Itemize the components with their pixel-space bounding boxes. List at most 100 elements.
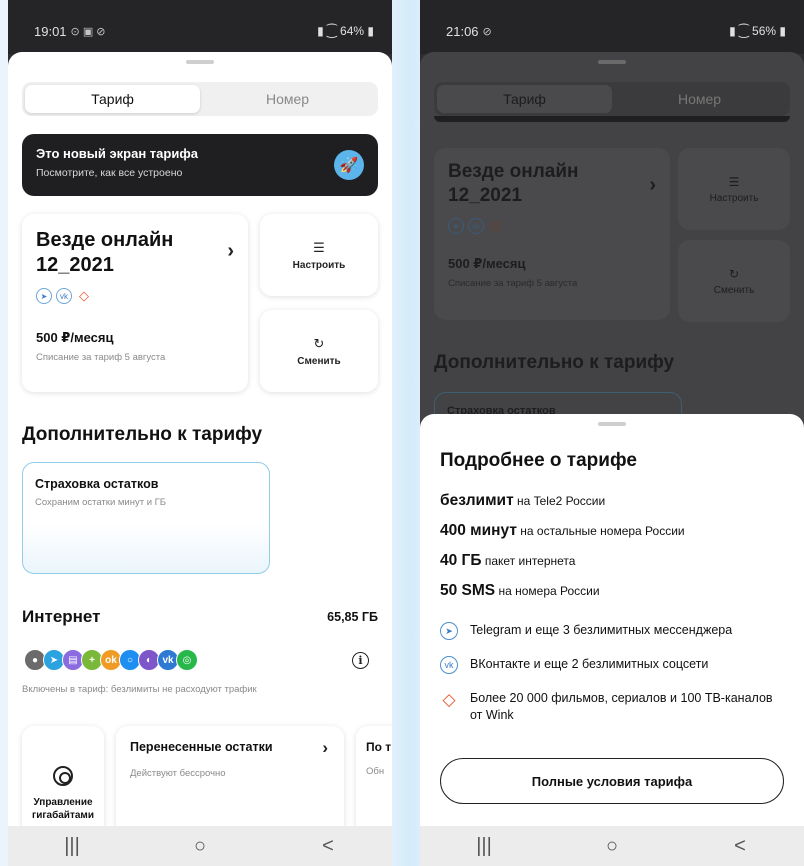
next-card[interactable]: По т Обн xyxy=(356,726,392,828)
wink-icon: ◇ xyxy=(442,689,456,709)
telegram-icon: ➤ xyxy=(36,288,52,304)
info-icon[interactable]: i xyxy=(352,652,369,669)
change-label: Сменить xyxy=(713,284,755,296)
feature-bold: 40 ГБ xyxy=(440,552,482,569)
feature-bold: 50 SMS xyxy=(440,582,496,599)
status-bar: 19:01 ⊙ ▣ ⊘ ▮ ⁐ 64% ▮ xyxy=(8,0,392,54)
change-label: Сменить xyxy=(297,355,341,367)
internet-amount: 65,85 ГБ xyxy=(327,610,378,624)
apps-note: Включены в тариф: безлимиты не расходуют… xyxy=(22,684,257,695)
refresh-icon: ↻ xyxy=(313,335,325,351)
status-right: ▮ ⁐ 64% ▮ xyxy=(317,24,374,38)
battery-level: 64% xyxy=(340,24,365,38)
signal-icon: ▮ ⁐ xyxy=(317,24,341,38)
gb-manage-icon xyxy=(53,766,73,786)
vk-icon: vk xyxy=(56,288,72,304)
recents-button[interactable]: ||| xyxy=(454,835,514,858)
system-navbar: ||| ○ < xyxy=(8,826,392,866)
chevron-right-icon: › xyxy=(649,174,656,196)
remainders-subtitle: Действуют бессрочно xyxy=(130,768,226,779)
back-button[interactable]: < xyxy=(298,835,358,858)
refresh-icon: ↻ xyxy=(728,266,740,281)
chevron-right-icon: › xyxy=(227,240,234,262)
service-icons: ➤ vk ◇ xyxy=(448,218,656,234)
change-button: ↻ Сменить xyxy=(678,240,790,322)
notification-icons: ⊘ xyxy=(482,26,492,38)
wink-icon: ◇ xyxy=(79,288,89,303)
promo-subtitle: Посмотрите, как все устроено xyxy=(36,167,183,179)
sheet-handle[interactable] xyxy=(598,422,626,426)
back-button[interactable]: < xyxy=(710,835,770,858)
promo-banner-edge xyxy=(434,116,790,122)
service-icons: ➤ vk ◇ xyxy=(36,288,234,304)
feature-internet: 40 ГБ пакет интернета xyxy=(440,552,784,570)
status-bar: 21:06 ⊘ ▮ ⁐ 56% ▮ xyxy=(420,0,804,54)
tab-tariff[interactable]: Тариф xyxy=(25,85,200,113)
tab-number[interactable]: Номер xyxy=(200,85,375,113)
tab-number: Номер xyxy=(677,91,722,107)
home-button[interactable]: ○ xyxy=(170,835,230,858)
tariff-charge-note: Списание за тариф 5 августа xyxy=(448,278,578,289)
service-text: Telegram и еще 3 безлимитных мессенджера xyxy=(470,623,733,637)
manage-gb-label: Управление гигабайтами xyxy=(32,797,94,821)
tariff-sheet: Тариф Номер Это новый экран тарифа Посмо… xyxy=(8,52,392,828)
telegram-icon: ➤ xyxy=(448,218,464,234)
status-time: 19:01 xyxy=(34,24,67,39)
rocket-icon: 🚀 xyxy=(334,150,364,180)
insurance-card[interactable]: Страховка остатков Сохраним остатки мину… xyxy=(22,462,270,574)
feature-bold: безлимит xyxy=(440,492,514,509)
sliders-icon: ☰ xyxy=(728,174,740,189)
remainders-card[interactable]: Перенесенные остатки › Действуют бессроч… xyxy=(116,726,344,828)
next-card-subtitle: Обн xyxy=(366,766,385,777)
telegram-icon: ➤ xyxy=(440,622,458,640)
feature-text: на номера России xyxy=(498,584,600,598)
tariff-name: Везде онлайн 12_2021 xyxy=(448,161,579,206)
configure-button: ☰ Настроить xyxy=(678,148,790,230)
tariff-price: 500 ₽/месяц xyxy=(36,330,114,345)
next-card-title: По т xyxy=(366,740,392,754)
battery-icon: ▮ xyxy=(364,24,374,38)
status-right: ▮ ⁐ 56% ▮ xyxy=(729,24,786,38)
details-title: Подробнее о тарифе xyxy=(440,450,637,471)
feature-text: на остальные номера России xyxy=(520,524,685,538)
dimmed-tariff-sheet: Тариф Номер Везде онлайн 12_2021 › ➤ vk … xyxy=(420,52,804,452)
sheet-handle xyxy=(598,60,626,64)
battery-icon: ▮ xyxy=(776,24,786,38)
manage-gb-card[interactable]: Управление гигабайтами xyxy=(22,726,104,828)
insurance-subtitle: Сохраним остатки минут и ГБ xyxy=(35,497,167,508)
tariff-card[interactable]: Везде онлайн 12_2021 › ➤ vk ◇ 500 ₽/меся… xyxy=(22,214,248,392)
signal-icon: ▮ ⁐ xyxy=(729,24,753,38)
configure-label: Настроить xyxy=(709,192,759,204)
extra-section-title: Дополнительно к тарифу xyxy=(434,352,675,373)
notification-icons: ⊙ ▣ ⊘ xyxy=(70,26,106,38)
service-text: Более 20 000 фильмов, сериалов и 100 ТВ-… xyxy=(470,691,773,722)
segmented-control: Тариф Номер xyxy=(434,82,790,116)
battery-level: 56% xyxy=(752,24,777,38)
vk-icon: vk xyxy=(468,218,484,234)
unlimited-apps[interactable]: ● ➤ ▤ + ok ○ ◐ vk ◎ xyxy=(24,649,198,671)
segmented-control: Тариф Номер xyxy=(22,82,378,116)
tariff-details-sheet: Подробнее о тарифе безлимит на Tele2 Рос… xyxy=(420,414,804,826)
wink-icon: ◇ xyxy=(491,218,501,233)
insurance-title: Страховка остатков xyxy=(35,477,159,491)
full-conditions-button[interactable]: Полные условия тарифа xyxy=(440,758,784,804)
service-text: ВКонтакте и еще 2 безлимитных соцсети xyxy=(470,657,709,671)
system-navbar: ||| ○ < xyxy=(420,826,804,866)
home-button[interactable]: ○ xyxy=(582,835,642,858)
feature-text: пакет интернета xyxy=(484,554,576,568)
feature-minutes: 400 минут на остальные номера России xyxy=(440,522,784,540)
internet-header: Интернет 65,85 ГБ xyxy=(22,607,378,627)
sheet-handle[interactable] xyxy=(186,60,214,64)
internet-title: Интернет xyxy=(22,607,101,626)
tab-tariff: Тариф xyxy=(437,85,612,113)
feature-bold: 400 минут xyxy=(440,522,517,539)
remainders-title: Перенесенные остатки xyxy=(130,740,273,754)
status-left: 21:06 ⊘ xyxy=(446,24,492,39)
tariff-card: Везде онлайн 12_2021 › ➤ vk ◇ 500 ₽/меся… xyxy=(434,148,670,320)
feature-text: на Tele2 России xyxy=(517,494,606,508)
chevron-right-icon: › xyxy=(322,738,328,757)
recents-button[interactable]: ||| xyxy=(42,835,102,858)
promo-banner[interactable]: Это новый экран тарифа Посмотрите, как в… xyxy=(22,134,378,196)
configure-button[interactable]: ☰ Настроить xyxy=(260,214,378,296)
change-button[interactable]: ↻ Сменить xyxy=(260,310,378,392)
